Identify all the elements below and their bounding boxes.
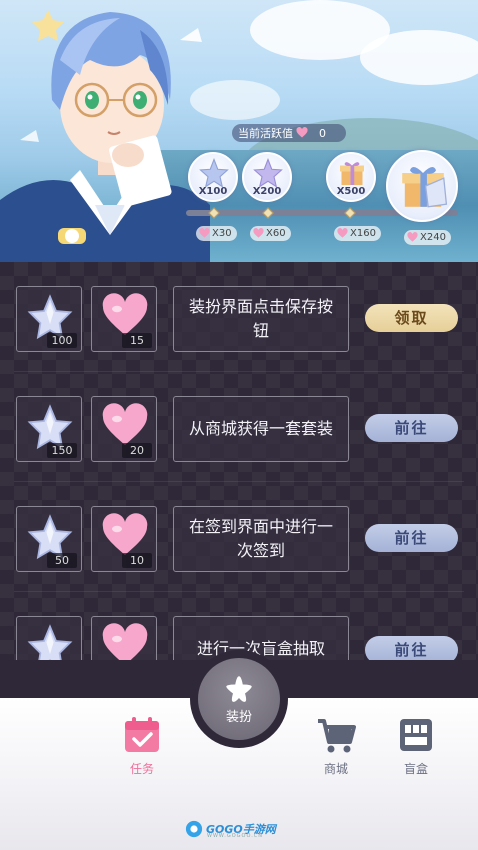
nav-item-shop[interactable]: 商城 [308, 716, 364, 777]
gift-box-icon [402, 167, 448, 208]
milestone-requirement-value: X30 [212, 228, 232, 239]
heart-icon [102, 623, 148, 660]
star-reward-box: 50 [16, 506, 82, 572]
heart-icon [253, 228, 264, 238]
nav-tasks-label: 任务 [129, 762, 154, 776]
banner: 当前活跃值 0 X100 X30 X200 X60 X500 X160 X240 [0, 0, 478, 262]
watermark-logo: GOGO手游网 WWW.GOGOO.CN [185, 818, 281, 840]
gamepad-logo-icon [185, 820, 203, 838]
star-reward-box [16, 616, 82, 660]
milestone-requirement: X30 [196, 226, 237, 241]
task-description: 进行一次盲盒抽取 [173, 616, 349, 660]
activity-label-text: 当前活跃值 [238, 127, 293, 140]
reward-chest-circle-large[interactable] [386, 150, 458, 222]
milestone-requirement: X240 [404, 230, 451, 245]
task-list[interactable]: 100 15 装扮界面点击保存按钮 领取 150 20 从商城获得一套套装 前往… [0, 262, 478, 660]
calendar-check-icon [125, 717, 159, 752]
claim-button[interactable]: 领取 [365, 304, 458, 332]
gift-box-icon [340, 162, 364, 185]
heart-reward-count: 15 [122, 333, 152, 348]
heart-reward-box: 10 [91, 506, 157, 572]
star-icon [226, 675, 252, 702]
character-illustration [0, 10, 210, 262]
reward-multiplier: X500 [336, 186, 366, 197]
task-description: 从商城获得一套套装 [173, 396, 349, 462]
milestone-requirement-value: X240 [420, 232, 446, 243]
activity-value-label: 当前活跃值 0 [232, 124, 346, 142]
blind-box-icon [400, 719, 432, 751]
heart-reward-box: 15 [91, 286, 157, 352]
dress-up-label: 装扮 [225, 709, 252, 725]
task-row: 50 10 在签到界面中进行一次签到 前往 [0, 482, 478, 592]
star-reward-box: 100 [16, 286, 82, 352]
nav-shop-label: 商城 [323, 762, 348, 776]
reward-multiplier: X100 [198, 186, 228, 197]
star-reward-box: 150 [16, 396, 82, 462]
nav-item-tasks[interactable]: 任务 [114, 716, 170, 777]
heart-icon [407, 232, 418, 242]
star-crystal-icon [199, 158, 229, 188]
heart-icon [337, 228, 348, 238]
watermark-subtext: WWW.GOGOO.CN [207, 833, 264, 839]
heart-reward-box [91, 616, 157, 660]
heart-reward-count: 10 [122, 553, 152, 568]
go-button[interactable]: 前往 [365, 636, 458, 660]
task-description: 装扮界面点击保存按钮 [173, 286, 349, 352]
star-reward-count: 50 [47, 553, 77, 568]
shopping-cart-icon [318, 719, 356, 753]
nav-blind-box-label: 盲盒 [403, 762, 428, 776]
go-button[interactable]: 前往 [365, 414, 458, 442]
reward-multiplier: X200 [252, 186, 282, 197]
heart-reward-count: 20 [122, 443, 152, 458]
star-reward-count: 100 [47, 333, 77, 348]
milestone-requirement-value: X160 [350, 228, 376, 239]
go-button[interactable]: 前往 [365, 524, 458, 552]
star-crystal-icon [27, 624, 73, 660]
dress-up-button[interactable]: 装扮 [198, 658, 280, 740]
task-row: 100 15 装扮界面点击保存按钮 领取 [0, 262, 478, 372]
task-row: 150 20 从商城获得一套套装 前往 [0, 372, 478, 482]
cloud [360, 30, 478, 85]
star-reward-count: 150 [47, 443, 77, 458]
star-crystal-icon [253, 158, 283, 188]
nav-item-blind-box[interactable]: 盲盒 [388, 716, 444, 777]
milestone-requirement: X60 [250, 226, 291, 241]
activity-value: 0 [319, 126, 326, 140]
heart-reward-box: 20 [91, 396, 157, 462]
heart-icon [296, 127, 308, 138]
task-description: 在签到界面中进行一次签到 [173, 506, 349, 572]
milestone-requirement: X160 [334, 226, 381, 241]
milestone-requirement-value: X60 [266, 228, 286, 239]
heart-icon [199, 228, 210, 238]
